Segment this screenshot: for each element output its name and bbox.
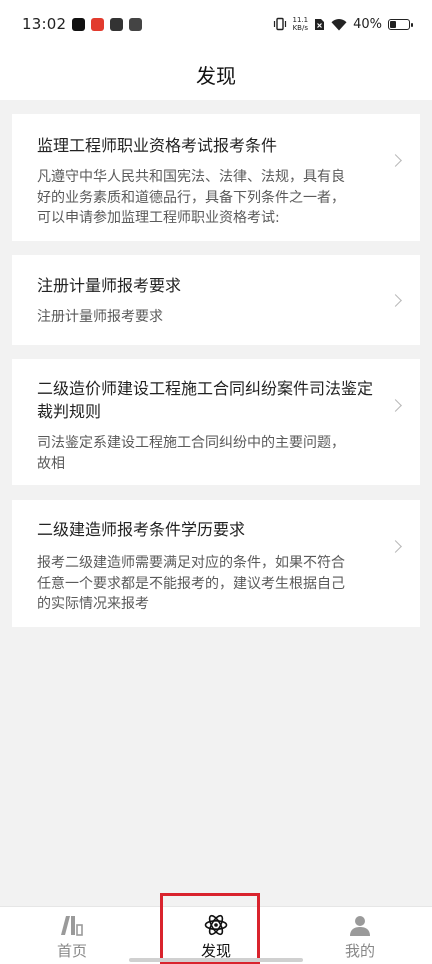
net-speed-value: 11.1 [292, 16, 309, 24]
article-desc-line: 注册计量师报考要求 [37, 309, 163, 325]
vibrate-icon [273, 17, 286, 31]
article-title: 监理工程师职业资格考试报考条件 [37, 136, 278, 155]
battery-percent: 40% [353, 16, 382, 32]
article-desc-line: 的实际情况来报考 [37, 596, 149, 612]
tab-label: 首页 [56, 942, 87, 960]
article-title: 注册计量师报考要求 [37, 276, 182, 295]
app-notification-icon [91, 17, 105, 31]
article-title-line: 裁判规则 [37, 402, 102, 421]
status-right: 11.1 KB/s 40% [273, 16, 413, 32]
article-desc-line: 报考二级建造师需要满足对应的条件，如果不符合 [37, 555, 345, 571]
article-title: 二级建造师报考条件学历要求 [37, 520, 246, 539]
no-sim-icon [315, 18, 325, 30]
article-desc-line: 故相 [37, 455, 65, 472]
link-app-icon [110, 17, 124, 31]
chevron-right-icon [389, 294, 402, 307]
tab-discover[interactable]: 发现 [144, 907, 288, 964]
article-title-line: 二级造价师建设工程施工合同纠纷案件司法鉴定 [37, 379, 374, 398]
screen: 13:02 11.1 KB/s 40% 发现 监理工程师职业资格考试报考条件 凡… [0, 0, 432, 964]
chevron-right-icon [389, 540, 402, 553]
tab-label: 我的 [344, 942, 375, 960]
person-icon [348, 913, 372, 937]
article-card[interactable]: 二级建造师报考条件学历要求 报考二级建造师需要满足对应的条件，如果不符合 任意一… [12, 500, 420, 627]
title-bar: 发现 [0, 48, 432, 100]
tab-bar: 首页 发现 我的 [0, 906, 432, 964]
chevron-right-icon [389, 399, 402, 412]
article-desc-line: 司法鉴定系建设工程施工合同纠纷中的主要问题， [37, 435, 345, 451]
status-left: 13:02 [22, 15, 143, 33]
message-app-icon [129, 17, 143, 31]
net-speed-unit: KB/s [292, 24, 308, 32]
tab-home[interactable]: 首页 [0, 907, 144, 964]
article-card[interactable]: 二级造价师建设工程施工合同纠纷案件司法鉴定 裁判规则 司法鉴定系建设工程施工合同… [12, 359, 420, 485]
status-time: 13:02 [22, 15, 67, 33]
wifi-icon [331, 18, 347, 30]
battery-icon [388, 18, 413, 30]
article-desc-line: 好的业务素质和道德品行，具备下列条件之一者， [37, 189, 345, 206]
article-card[interactable]: 监理工程师职业资格考试报考条件 凡遵守中华人民共和国宪法、法律、法规，具有良 好… [12, 114, 420, 241]
status-bar: 13:02 11.1 KB/s 40% [0, 0, 432, 48]
books-icon [59, 913, 85, 937]
article-card[interactable]: 注册计量师报考要求 注册计量师报考要求 [12, 255, 420, 345]
article-desc-line: 凡遵守中华人民共和国宪法、法律、法规，具有良 [37, 169, 345, 185]
atom-icon [204, 913, 228, 937]
page-title: 发现 [196, 63, 236, 88]
home-indicator[interactable] [129, 958, 303, 962]
article-desc-line: 任意一个要求都是不能报考的，建议考生根据自己 [37, 575, 345, 592]
tiktok-icon [72, 17, 86, 31]
net-speed: 11.1 KB/s [293, 16, 309, 32]
tab-profile[interactable]: 我的 [288, 907, 432, 964]
chevron-right-icon [389, 154, 402, 167]
article-desc-line: 可以申请参加监理工程师职业资格考试: [37, 210, 280, 226]
